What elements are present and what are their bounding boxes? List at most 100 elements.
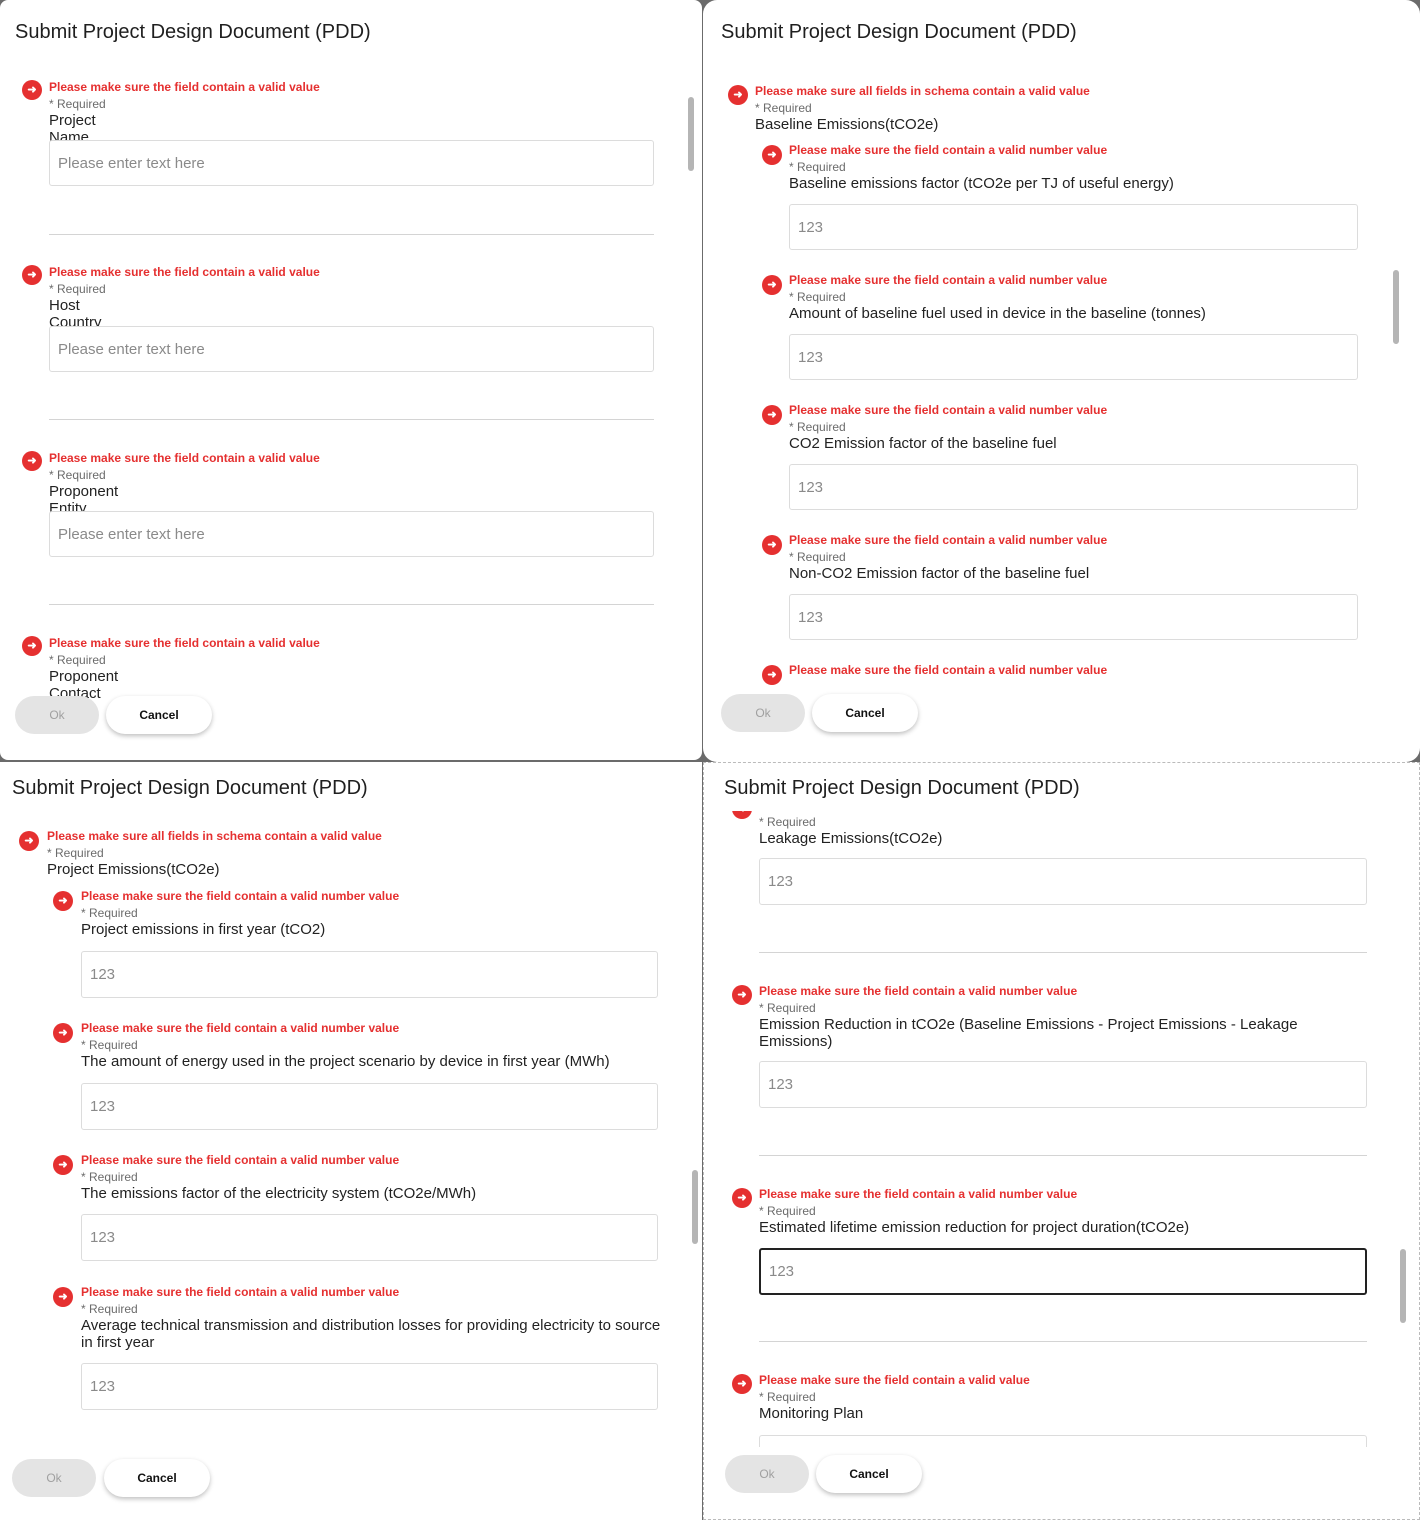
error-icon bbox=[22, 636, 42, 656]
field-label: Project emissions in first year (tCO2) bbox=[81, 921, 326, 938]
required-label: * Required bbox=[759, 815, 816, 829]
field-label: Non-CO2 Emission factor of the baseline … bbox=[789, 565, 1090, 582]
cancel-button[interactable]: Cancel bbox=[104, 1459, 210, 1497]
error-message: Please make sure the field contain a val… bbox=[759, 984, 1078, 998]
error-message: Please make sure the field contain a val… bbox=[49, 80, 320, 94]
co2-emission-factor-input[interactable] bbox=[789, 464, 1358, 510]
error-icon bbox=[732, 1374, 752, 1394]
required-label: * Required bbox=[49, 468, 106, 482]
error-icon bbox=[53, 1155, 73, 1175]
scrollbar[interactable] bbox=[1393, 270, 1399, 344]
error-message: Please make sure the field contain a val… bbox=[789, 533, 1108, 547]
error-message: Please make sure the field contain a val… bbox=[789, 403, 1108, 417]
emission-reduction-input[interactable] bbox=[759, 1061, 1367, 1108]
cancel-button[interactable]: Cancel bbox=[106, 696, 212, 734]
non-co2-emission-factor-input[interactable] bbox=[789, 594, 1358, 640]
error-icon bbox=[732, 985, 752, 1005]
required-label: * Required bbox=[81, 1170, 138, 1184]
required-label: * Required bbox=[789, 290, 846, 304]
error-icon bbox=[762, 535, 782, 555]
field-label: Average technical transmission and distr… bbox=[81, 1317, 661, 1351]
proponent-entity-name-input[interactable] bbox=[49, 511, 654, 557]
lifetime-emission-reduction-input[interactable] bbox=[759, 1248, 1367, 1295]
error-icon bbox=[53, 1287, 73, 1307]
energy-used-input[interactable] bbox=[81, 1083, 658, 1130]
error-icon bbox=[22, 451, 42, 471]
group-label: Project Emissions(tCO2e) bbox=[47, 861, 220, 878]
ok-button[interactable]: Ok bbox=[12, 1459, 96, 1497]
error-message: Please make sure the field contain a val… bbox=[789, 273, 1108, 287]
error-icon bbox=[732, 811, 752, 819]
pdd-dialog-1: Submit Project Design Document (PDD) Ple… bbox=[0, 0, 702, 760]
error-icon bbox=[762, 275, 782, 295]
error-message: Please make sure the field contain a val… bbox=[49, 265, 320, 279]
field-label: The emissions factor of the electricity … bbox=[81, 1185, 477, 1202]
pdd-dialog-3: Submit Project Design Document (PDD) Ple… bbox=[0, 762, 702, 1520]
ok-button[interactable]: Ok bbox=[721, 694, 805, 732]
divider bbox=[759, 1341, 1367, 1342]
divider bbox=[759, 952, 1367, 953]
field-label: Baseline emissions factor (tCO2e per TJ … bbox=[789, 175, 1174, 192]
error-icon bbox=[762, 405, 782, 425]
error-icon bbox=[728, 85, 748, 105]
error-icon bbox=[732, 1188, 752, 1208]
pdd-dialog-4: Submit Project Design Document (PDD) * R… bbox=[703, 762, 1420, 1520]
host-country-input[interactable] bbox=[49, 326, 654, 372]
field-label: Amount of baseline fuel used in device i… bbox=[789, 305, 1206, 322]
dialog-title: Submit Project Design Document (PDD) bbox=[15, 21, 371, 43]
field-label: Emission Reduction in tCO2e (Baseline Em… bbox=[759, 1016, 1298, 1050]
baseline-emissions-factor-input[interactable] bbox=[789, 204, 1358, 250]
pdd-dialog-2: Submit Project Design Document (PDD) Ple… bbox=[703, 0, 1420, 762]
error-message: Please make sure the field contain a val… bbox=[759, 1373, 1030, 1387]
error-icon bbox=[762, 665, 782, 685]
divider bbox=[49, 234, 654, 235]
error-message: Please make sure the field contain a val… bbox=[789, 143, 1108, 157]
scrollbar[interactable] bbox=[688, 97, 694, 171]
schema-error-message: Please make sure all fields in schema co… bbox=[755, 84, 1090, 98]
monitoring-plan-input[interactable] bbox=[759, 1435, 1367, 1447]
cancel-button[interactable]: Cancel bbox=[816, 1455, 922, 1493]
error-message: Please make sure the field contain a val… bbox=[49, 451, 320, 465]
divider bbox=[49, 604, 654, 605]
form-scroll-area: * Required Leakage Emissions(tCO2e) Plea… bbox=[704, 811, 1398, 1447]
error-icon bbox=[19, 831, 39, 851]
project-name-input[interactable] bbox=[49, 140, 654, 186]
required-label: * Required bbox=[789, 420, 846, 434]
error-icon bbox=[53, 891, 73, 911]
required-label: * Required bbox=[759, 1204, 816, 1218]
error-icon bbox=[762, 145, 782, 165]
group-label: Baseline Emissions(tCO2e) bbox=[755, 116, 939, 133]
dialog-title: Submit Project Design Document (PDD) bbox=[721, 21, 1077, 43]
required-label: * Required bbox=[759, 1390, 816, 1404]
electricity-emissions-factor-input[interactable] bbox=[81, 1214, 658, 1261]
error-message: Please make sure the field contain a val… bbox=[81, 1153, 400, 1167]
field-label: Leakage Emissions(tCO2e) bbox=[759, 830, 943, 847]
dialog-title: Submit Project Design Document (PDD) bbox=[724, 777, 1080, 799]
scrollbar[interactable] bbox=[692, 1170, 698, 1244]
scrollbar[interactable] bbox=[1400, 1249, 1406, 1323]
error-message: Please make sure the field contain a val… bbox=[81, 1021, 400, 1035]
error-message: Please make sure the field contain a val… bbox=[49, 636, 320, 650]
required-label: * Required bbox=[789, 160, 846, 174]
error-icon bbox=[53, 1023, 73, 1043]
project-emissions-first-year-input[interactable] bbox=[81, 951, 658, 998]
field-label: Monitoring Plan bbox=[759, 1405, 864, 1422]
leakage-emissions-input[interactable] bbox=[759, 858, 1367, 905]
required-label: * Required bbox=[49, 282, 106, 296]
required-label: * Required bbox=[49, 653, 106, 667]
ok-button[interactable]: Ok bbox=[725, 1455, 809, 1493]
required-label: * Required bbox=[759, 1001, 816, 1015]
divider bbox=[759, 1155, 1367, 1156]
required-label: * Required bbox=[81, 906, 138, 920]
required-label: * Required bbox=[81, 1038, 138, 1052]
error-message: Please make sure the field contain a val… bbox=[81, 889, 400, 903]
field-label: CO2 Emission factor of the baseline fuel bbox=[789, 435, 1057, 452]
baseline-fuel-amount-input[interactable] bbox=[789, 334, 1358, 380]
cancel-button[interactable]: Cancel bbox=[812, 694, 918, 732]
form-scroll-area: Please make sure all fields in schema co… bbox=[703, 60, 1393, 688]
ok-button[interactable]: Ok bbox=[15, 696, 99, 734]
required-label: * Required bbox=[755, 101, 812, 115]
required-label: * Required bbox=[49, 97, 106, 111]
error-message: Please make sure the field contain a val… bbox=[81, 1285, 400, 1299]
transmission-losses-input[interactable] bbox=[81, 1363, 658, 1410]
